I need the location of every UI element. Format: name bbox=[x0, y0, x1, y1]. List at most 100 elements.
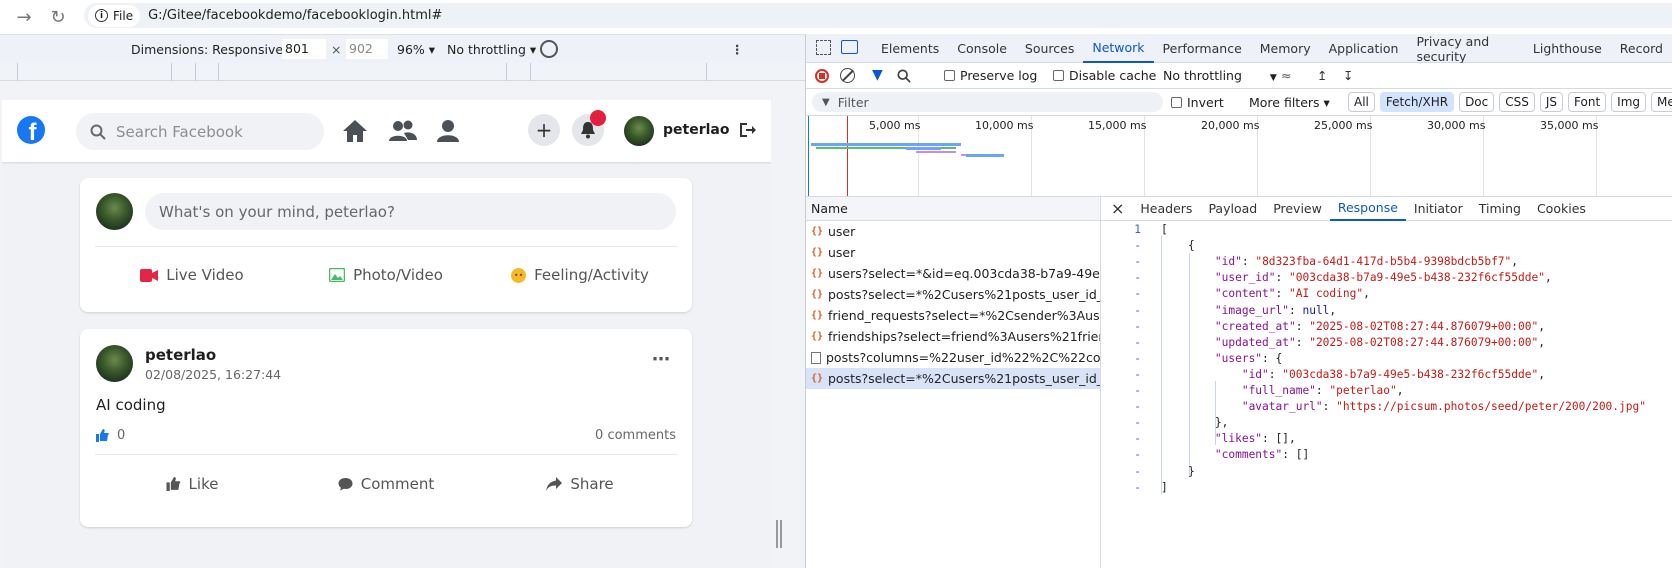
inspect-element-icon[interactable] bbox=[816, 40, 831, 55]
share-button[interactable]: Share bbox=[483, 462, 677, 506]
chip-media[interactable]: Media bbox=[1651, 92, 1672, 112]
height-input[interactable]: 902 bbox=[346, 39, 388, 59]
dimensions-select[interactable]: Dimensions: Responsive ▾ bbox=[131, 42, 293, 57]
chip-js[interactable]: JS bbox=[1539, 92, 1564, 112]
tab-payload[interactable]: Payload bbox=[1200, 197, 1265, 221]
logout-icon[interactable] bbox=[738, 121, 756, 143]
requests-header[interactable]: Name bbox=[806, 197, 1101, 221]
live-video-button[interactable]: Live Video bbox=[95, 254, 289, 296]
json-line: "likes": [], bbox=[1214, 432, 1296, 446]
tab-privacy-security[interactable]: Privacy and security bbox=[1407, 34, 1515, 64]
more-options-icon[interactable]: ⋮ bbox=[731, 42, 744, 57]
throttle-select[interactable]: No throttling ▾ bbox=[447, 42, 536, 57]
avatar[interactable] bbox=[624, 116, 654, 146]
facebook-logo-icon[interactable]: f bbox=[17, 116, 45, 144]
create-button[interactable]: + bbox=[528, 114, 560, 146]
line-number: - bbox=[1134, 416, 1141, 430]
tab-application[interactable]: Application bbox=[1320, 34, 1408, 63]
zoom-select[interactable]: 96% ▾ bbox=[397, 42, 435, 57]
clear-icon[interactable] bbox=[840, 68, 855, 83]
post-options-icon[interactable]: ⋯ bbox=[652, 349, 670, 370]
site-info-chip[interactable]: i File bbox=[88, 4, 141, 27]
chip-doc[interactable]: Doc bbox=[1459, 92, 1495, 112]
request-row[interactable]: {} friendships?select=friend%3Ausers%21fr… bbox=[806, 326, 1100, 347]
chip-fetch-xhr[interactable]: Fetch/XHR bbox=[1379, 92, 1455, 112]
request-row[interactable]: posts?columns=%22user_id%22%2C%22con... bbox=[806, 347, 1100, 368]
home-icon[interactable] bbox=[339, 115, 371, 147]
resize-handle[interactable] bbox=[776, 520, 782, 548]
fb-search-input[interactable]: Search Facebook bbox=[116, 123, 243, 141]
json-line: "created_at": "2025-08-02T08:27:44.87607… bbox=[1214, 319, 1545, 333]
import-har-icon[interactable]: ↥ bbox=[1317, 68, 1327, 83]
width-input[interactable]: 801 bbox=[282, 39, 326, 59]
tab-preview[interactable]: Preview bbox=[1265, 197, 1330, 221]
request-row-selected[interactable]: {} posts?select=*%2Cusers%21posts_user_id… bbox=[806, 368, 1100, 389]
network-conditions-icon[interactable]: ≈ bbox=[1281, 68, 1291, 83]
tab-sources[interactable]: Sources bbox=[1016, 34, 1083, 63]
tab-network[interactable]: Network bbox=[1083, 34, 1154, 63]
tab-performance[interactable]: Performance bbox=[1154, 34, 1251, 63]
comment-button[interactable]: Comment bbox=[289, 462, 483, 506]
xhr-icon: {} bbox=[810, 226, 824, 237]
record-stop-icon[interactable] bbox=[815, 69, 829, 83]
composer-input[interactable]: What's on your mind, peterlao? bbox=[145, 193, 676, 230]
reload-icon[interactable]: ↻ bbox=[44, 3, 72, 31]
response-viewer[interactable]: 1 [- {- "id": "8d323fba-64d1-417d-b5b4-93… bbox=[1101, 221, 1672, 568]
close-icon[interactable]: × bbox=[1103, 197, 1132, 221]
line-number: - bbox=[1134, 287, 1141, 301]
preserve-log-checkbox[interactable]: Preserve log bbox=[944, 68, 1037, 83]
tab-memory[interactable]: Memory bbox=[1251, 34, 1320, 63]
timeline-tick: 10,000 ms bbox=[975, 119, 1034, 132]
chip-font[interactable]: Font bbox=[1568, 92, 1607, 112]
tab-headers[interactable]: Headers bbox=[1132, 197, 1200, 221]
json-value: null bbox=[1302, 303, 1330, 317]
like-count[interactable]: 0 bbox=[96, 428, 125, 443]
avatar[interactable] bbox=[96, 345, 133, 382]
export-har-icon[interactable]: ↧ bbox=[1343, 68, 1353, 83]
tab-response[interactable]: Response bbox=[1329, 197, 1406, 221]
tab-cookies[interactable]: Cookies bbox=[1529, 197, 1594, 221]
tab-record[interactable]: Record bbox=[1611, 34, 1672, 63]
device-toggle-icon[interactable] bbox=[841, 40, 858, 54]
tab-initiator[interactable]: Initiator bbox=[1406, 197, 1471, 221]
notifications-button[interactable] bbox=[572, 110, 606, 146]
request-row[interactable]: {} users?select=*&id=eq.003cda38-b7a9-49e… bbox=[806, 263, 1100, 284]
request-row[interactable]: {} user bbox=[806, 242, 1100, 263]
like-button[interactable]: Like bbox=[95, 462, 289, 506]
request-row[interactable]: {} friend_requests?select=*%2Csender%3Aus… bbox=[806, 305, 1100, 326]
chip-img[interactable]: Img bbox=[1611, 92, 1647, 112]
search-icon[interactable] bbox=[897, 69, 911, 83]
post-card: peterlao 02/08/2025, 16:27:44 ⋯ AI codin… bbox=[80, 329, 692, 527]
timeline-bar bbox=[966, 154, 1004, 157]
more-filters-select[interactable]: More filters ▾ bbox=[1249, 95, 1330, 110]
header-username[interactable]: peterlao bbox=[663, 122, 729, 138]
invert-checkbox[interactable]: Invert bbox=[1171, 95, 1224, 110]
chip-all[interactable]: All bbox=[1348, 92, 1375, 112]
json-key: "comments" bbox=[1214, 448, 1283, 462]
url-text[interactable]: G:/Gitee/facebookdemo/facebooklogin.html… bbox=[148, 8, 442, 23]
json-value: "peterlao" bbox=[1329, 384, 1397, 397]
omnibox[interactable]: i File G:/Gitee/facebookdemo/facebooklog… bbox=[84, 3, 1672, 28]
rotate-icon[interactable] bbox=[540, 40, 558, 58]
feeling-activity-button[interactable]: •• Feeling/Activity bbox=[483, 254, 677, 296]
request-row[interactable]: {} user bbox=[806, 221, 1100, 242]
friends-icon[interactable] bbox=[387, 115, 419, 147]
tab-lighthouse[interactable]: Lighthouse bbox=[1524, 34, 1611, 63]
tab-elements[interactable]: Elements bbox=[872, 34, 948, 63]
profile-icon[interactable] bbox=[432, 115, 464, 147]
disable-cache-checkbox[interactable]: Disable cache bbox=[1053, 68, 1156, 83]
post-author[interactable]: peterlao bbox=[145, 346, 216, 364]
filter-funnel-icon[interactable]: ▼ bbox=[872, 67, 883, 83]
filter-input[interactable]: ▼ Filter bbox=[812, 92, 1163, 112]
timeline-bar bbox=[906, 147, 941, 150]
fb-search-box[interactable]: Search Facebook bbox=[76, 113, 324, 150]
comments-count[interactable]: 0 comments bbox=[595, 428, 676, 443]
chip-css[interactable]: CSS bbox=[1499, 92, 1535, 112]
post-timestamp[interactable]: 02/08/2025, 16:27:44 bbox=[145, 367, 281, 382]
request-row[interactable]: {} posts?select=*%2Cusers%21posts_user_id… bbox=[806, 284, 1100, 305]
tab-console[interactable]: Console bbox=[948, 34, 1016, 63]
forward-icon[interactable]: → bbox=[10, 3, 38, 31]
tab-timing[interactable]: Timing bbox=[1471, 197, 1529, 221]
network-throttle-select[interactable]: No throttling ▼ bbox=[1163, 68, 1277, 83]
photo-video-button[interactable]: Photo/Video bbox=[289, 254, 483, 296]
